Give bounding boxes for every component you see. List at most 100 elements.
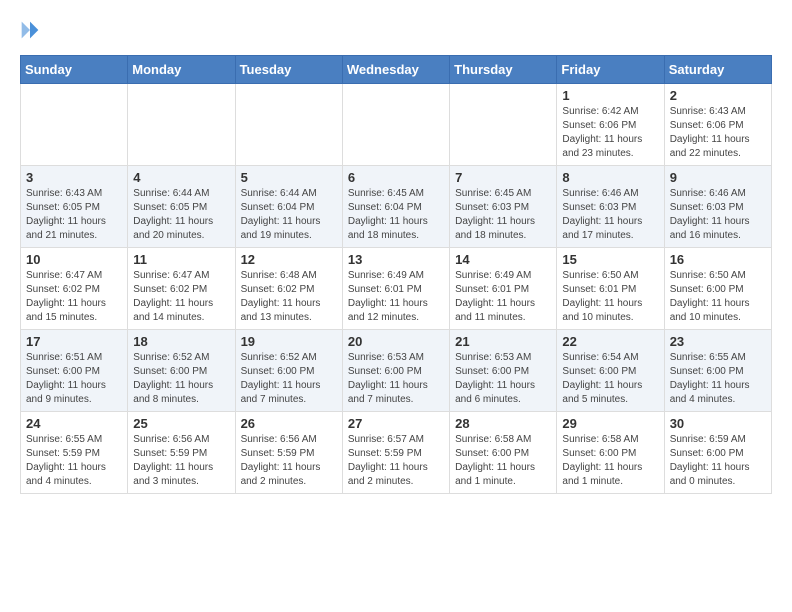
calendar-day-cell: 19 Sunrise: 6:52 AM Sunset: 6:00 PM Dayli…: [235, 330, 342, 412]
calendar-day-cell: 23 Sunrise: 6:55 AM Sunset: 6:00 PM Dayli…: [664, 330, 771, 412]
day-info: Sunrise: 6:55 AM Sunset: 5:59 PM Dayligh…: [26, 433, 122, 489]
day-info: Sunrise: 6:47 AM Sunset: 6:02 PM Dayligh…: [26, 269, 122, 325]
day-info: Sunrise: 6:45 AM Sunset: 6:03 PM Dayligh…: [455, 187, 551, 243]
day-info: Sunrise: 6:46 AM Sunset: 6:03 PM Dayligh…: [562, 187, 658, 243]
calendar-day-cell: 5 Sunrise: 6:44 AM Sunset: 6:04 PM Daylig…: [235, 166, 342, 248]
day-info: Sunrise: 6:45 AM Sunset: 6:04 PM Dayligh…: [348, 187, 444, 243]
day-number: 21: [455, 334, 551, 349]
day-number: 25: [133, 416, 229, 431]
day-info: Sunrise: 6:55 AM Sunset: 6:00 PM Dayligh…: [670, 351, 766, 407]
weekday-header-cell: Monday: [128, 56, 235, 84]
calendar-day-cell: 12Sunrise: 6:48 AM Sunset: 6:02 PM Dayli…: [235, 248, 342, 330]
calendar-day-cell: 2Sunrise: 6:43 AM Sunset: 6:06 PM Daylig…: [664, 84, 771, 166]
calendar-week-row: 3 Sunrise: 6:43 AM Sunset: 6:05 PM Daylig…: [21, 166, 772, 248]
day-number: 7: [455, 170, 551, 185]
calendar-day-cell: 21 Sunrise: 6:53 AM Sunset: 6:00 PM Dayli…: [450, 330, 557, 412]
day-info: Sunrise: 6:44 AM Sunset: 6:04 PM Dayligh…: [241, 187, 337, 243]
day-info: Sunrise: 6:49 AM Sunset: 6:01 PM Dayligh…: [455, 269, 551, 325]
calendar-day-cell: 18 Sunrise: 6:52 AM Sunset: 6:00 PM Dayli…: [128, 330, 235, 412]
calendar-day-cell: 8 Sunrise: 6:46 AM Sunset: 6:03 PM Daylig…: [557, 166, 664, 248]
day-info: Sunrise: 6:59 AM Sunset: 6:00 PM Dayligh…: [670, 433, 766, 489]
day-number: 3: [26, 170, 122, 185]
calendar-day-cell: [128, 84, 235, 166]
day-number: 27: [348, 416, 444, 431]
calendar-table: SundayMondayTuesdayWednesdayThursdayFrid…: [20, 55, 772, 494]
day-number: 20: [348, 334, 444, 349]
day-info: Sunrise: 6:49 AM Sunset: 6:01 PM Dayligh…: [348, 269, 444, 325]
day-info: Sunrise: 6:52 AM Sunset: 6:00 PM Dayligh…: [133, 351, 229, 407]
calendar-day-cell: 26Sunrise: 6:56 AM Sunset: 5:59 PM Dayli…: [235, 412, 342, 494]
calendar-day-cell: 13 Sunrise: 6:49 AM Sunset: 6:01 PM Dayli…: [342, 248, 449, 330]
day-info: Sunrise: 6:52 AM Sunset: 6:00 PM Dayligh…: [241, 351, 337, 407]
calendar-day-cell: 4Sunrise: 6:44 AM Sunset: 6:05 PM Daylig…: [128, 166, 235, 248]
day-number: 18: [133, 334, 229, 349]
day-number: 16: [670, 252, 766, 267]
weekday-header-cell: Tuesday: [235, 56, 342, 84]
calendar-day-cell: 20 Sunrise: 6:53 AM Sunset: 6:00 PM Dayli…: [342, 330, 449, 412]
day-number: 13: [348, 252, 444, 267]
weekday-header-cell: Saturday: [664, 56, 771, 84]
day-info: Sunrise: 6:46 AM Sunset: 6:03 PM Dayligh…: [670, 187, 766, 243]
day-info: Sunrise: 6:43 AM Sunset: 6:05 PM Dayligh…: [26, 187, 122, 243]
calendar-day-cell: 16 Sunrise: 6:50 AM Sunset: 6:00 PM Dayli…: [664, 248, 771, 330]
calendar-week-row: 24Sunrise: 6:55 AM Sunset: 5:59 PM Dayli…: [21, 412, 772, 494]
calendar-day-cell: 14 Sunrise: 6:49 AM Sunset: 6:01 PM Dayli…: [450, 248, 557, 330]
day-info: Sunrise: 6:50 AM Sunset: 6:00 PM Dayligh…: [670, 269, 766, 325]
weekday-header-cell: Thursday: [450, 56, 557, 84]
day-number: 28: [455, 416, 551, 431]
day-info: Sunrise: 6:53 AM Sunset: 6:00 PM Dayligh…: [455, 351, 551, 407]
day-number: 8: [562, 170, 658, 185]
calendar-day-cell: 7 Sunrise: 6:45 AM Sunset: 6:03 PM Daylig…: [450, 166, 557, 248]
calendar-day-cell: [342, 84, 449, 166]
calendar-day-cell: 9 Sunrise: 6:46 AM Sunset: 6:03 PM Daylig…: [664, 166, 771, 248]
day-info: Sunrise: 6:51 AM Sunset: 6:00 PM Dayligh…: [26, 351, 122, 407]
calendar-day-cell: 30 Sunrise: 6:59 AM Sunset: 6:00 PM Dayli…: [664, 412, 771, 494]
day-info: Sunrise: 6:44 AM Sunset: 6:05 PM Dayligh…: [133, 187, 229, 243]
day-number: 19: [241, 334, 337, 349]
day-number: 17: [26, 334, 122, 349]
weekday-header-cell: Friday: [557, 56, 664, 84]
day-number: 22: [562, 334, 658, 349]
calendar-day-cell: 15 Sunrise: 6:50 AM Sunset: 6:01 PM Dayli…: [557, 248, 664, 330]
weekday-header-cell: Wednesday: [342, 56, 449, 84]
calendar-week-row: 17 Sunrise: 6:51 AM Sunset: 6:00 PM Dayli…: [21, 330, 772, 412]
calendar-day-cell: 1 Sunrise: 6:42 AM Sunset: 6:06 PM Daylig…: [557, 84, 664, 166]
day-info: Sunrise: 6:56 AM Sunset: 5:59 PM Dayligh…: [133, 433, 229, 489]
calendar-day-cell: 10Sunrise: 6:47 AM Sunset: 6:02 PM Dayli…: [21, 248, 128, 330]
calendar-day-cell: 3 Sunrise: 6:43 AM Sunset: 6:05 PM Daylig…: [21, 166, 128, 248]
day-number: 14: [455, 252, 551, 267]
day-number: 23: [670, 334, 766, 349]
day-number: 11: [133, 252, 229, 267]
day-info: Sunrise: 6:42 AM Sunset: 6:06 PM Dayligh…: [562, 105, 658, 161]
day-number: 6: [348, 170, 444, 185]
calendar-day-cell: 28 Sunrise: 6:58 AM Sunset: 6:00 PM Dayli…: [450, 412, 557, 494]
day-number: 9: [670, 170, 766, 185]
day-number: 1: [562, 88, 658, 103]
logo-icon: [20, 20, 40, 40]
page-header: [20, 20, 772, 45]
calendar-day-cell: 11Sunrise: 6:47 AM Sunset: 6:02 PM Dayli…: [128, 248, 235, 330]
day-info: Sunrise: 6:43 AM Sunset: 6:06 PM Dayligh…: [670, 105, 766, 161]
day-number: 15: [562, 252, 658, 267]
weekday-header-row: SundayMondayTuesdayWednesdayThursdayFrid…: [21, 56, 772, 84]
calendar-week-row: 1 Sunrise: 6:42 AM Sunset: 6:06 PM Daylig…: [21, 84, 772, 166]
day-number: 29: [562, 416, 658, 431]
logo: [20, 20, 44, 45]
calendar-day-cell: 27Sunrise: 6:57 AM Sunset: 5:59 PM Dayli…: [342, 412, 449, 494]
day-info: Sunrise: 6:58 AM Sunset: 6:00 PM Dayligh…: [455, 433, 551, 489]
day-info: Sunrise: 6:54 AM Sunset: 6:00 PM Dayligh…: [562, 351, 658, 407]
weekday-header-cell: Sunday: [21, 56, 128, 84]
calendar-body: 1 Sunrise: 6:42 AM Sunset: 6:06 PM Daylig…: [21, 84, 772, 494]
day-number: 30: [670, 416, 766, 431]
day-info: Sunrise: 6:48 AM Sunset: 6:02 PM Dayligh…: [241, 269, 337, 325]
day-number: 5: [241, 170, 337, 185]
calendar-day-cell: 25 Sunrise: 6:56 AM Sunset: 5:59 PM Dayli…: [128, 412, 235, 494]
calendar-day-cell: [235, 84, 342, 166]
day-info: Sunrise: 6:50 AM Sunset: 6:01 PM Dayligh…: [562, 269, 658, 325]
calendar-week-row: 10Sunrise: 6:47 AM Sunset: 6:02 PM Dayli…: [21, 248, 772, 330]
day-info: Sunrise: 6:56 AM Sunset: 5:59 PM Dayligh…: [241, 433, 337, 489]
day-info: Sunrise: 6:58 AM Sunset: 6:00 PM Dayligh…: [562, 433, 658, 489]
calendar-day-cell: 24Sunrise: 6:55 AM Sunset: 5:59 PM Dayli…: [21, 412, 128, 494]
calendar-day-cell: 6 Sunrise: 6:45 AM Sunset: 6:04 PM Daylig…: [342, 166, 449, 248]
day-info: Sunrise: 6:53 AM Sunset: 6:00 PM Dayligh…: [348, 351, 444, 407]
